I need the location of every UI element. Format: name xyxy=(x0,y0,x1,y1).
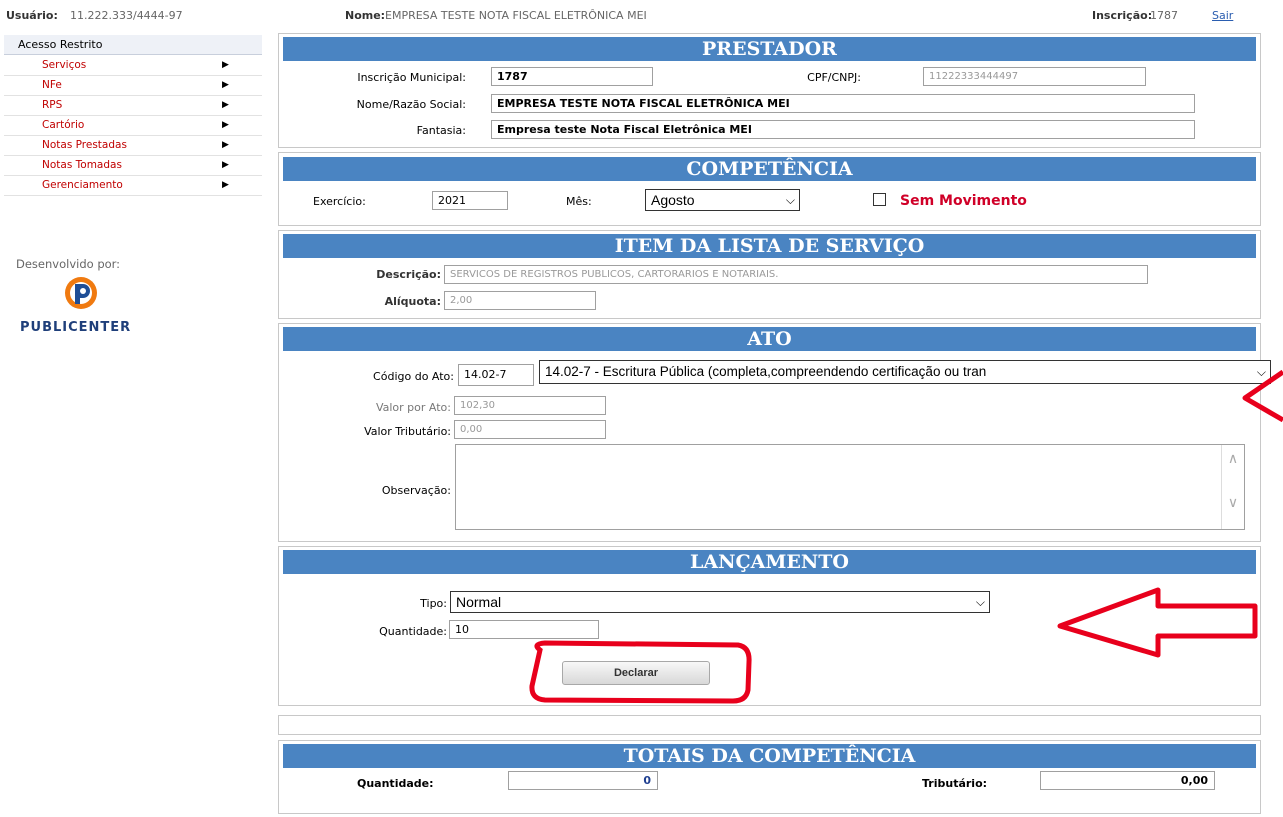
annotation-arrow-ato xyxy=(1242,369,1283,423)
annotation-arrow-lancamento xyxy=(1057,587,1258,658)
annotation-overlay xyxy=(529,369,1283,704)
annotation-circle-declarar xyxy=(529,640,752,704)
